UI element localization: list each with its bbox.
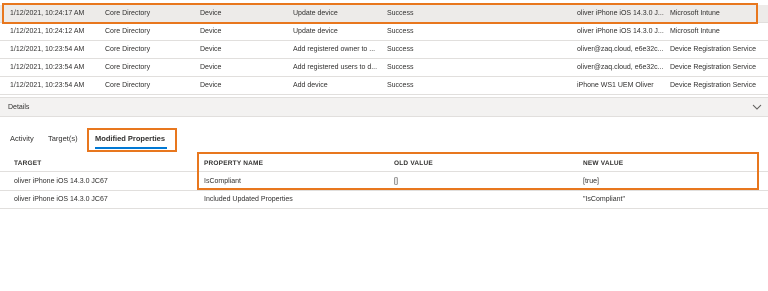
result-cell: Success <box>387 64 414 71</box>
target-cell: oliver@zaq.cloud, e6e32c... <box>577 64 664 71</box>
new-value-cell: "IsCompliant" <box>583 196 625 203</box>
initiated-by-cell: Microsoft Intune <box>670 28 720 35</box>
result-cell: Success <box>387 10 414 17</box>
activity-cell: Update device <box>293 10 338 17</box>
header-target: TARGET <box>14 160 42 167</box>
header-old-value: OLD VALUE <box>394 160 433 167</box>
date-cell: 1/12/2021, 10:24:17 AM <box>10 10 85 17</box>
date-cell: 1/12/2021, 10:23:54 AM <box>10 64 85 71</box>
chevron-down-icon[interactable] <box>752 103 762 111</box>
target-cell: oliver iPhone iOS 14.3.0 J... <box>577 10 664 17</box>
date-cell: 1/12/2021, 10:23:54 AM <box>10 46 85 53</box>
audit-row[interactable]: 1/12/2021, 10:23:54 AM Core Directory De… <box>0 59 768 77</box>
service-cell: Core Directory <box>105 64 151 71</box>
table-row: oliver iPhone iOS 14.3.0 JC67 Included U… <box>0 191 768 209</box>
initiated-by-cell: Device Registration Service <box>670 82 756 89</box>
activity-cell: Update device <box>293 28 338 35</box>
audit-row[interactable]: 1/12/2021, 10:23:54 AM Core Directory De… <box>0 41 768 59</box>
activity-cell: Add device <box>293 82 328 89</box>
activity-cell: Add registered owner to ... <box>293 46 376 53</box>
table-header: TARGET PROPERTY NAME OLD VALUE NEW VALUE <box>0 156 768 172</box>
target-cell: iPhone WS1 UEM Oliver <box>577 82 654 89</box>
target-cell: oliver iPhone iOS 14.3.0 JC67 <box>14 196 108 203</box>
audit-row[interactable]: 1/12/2021, 10:24:17 AM Core Directory De… <box>0 5 768 23</box>
service-cell: Core Directory <box>105 10 151 17</box>
header-property-name: PROPERTY NAME <box>204 160 264 167</box>
category-cell: Device <box>200 64 222 71</box>
audit-row[interactable]: 1/12/2021, 10:23:54 AM Core Directory De… <box>0 77 768 95</box>
initiated-by-cell: Device Registration Service <box>670 46 756 53</box>
tab-activity[interactable]: Activity <box>10 134 34 143</box>
detail-tabs: Activity Target(s) Modified Properties <box>0 128 300 150</box>
date-cell: 1/12/2021, 10:24:12 AM <box>10 28 85 35</box>
header-new-value: NEW VALUE <box>583 160 624 167</box>
details-label: Details <box>8 104 30 111</box>
category-cell: Device <box>200 82 222 89</box>
service-cell: Core Directory <box>105 28 151 35</box>
date-cell: 1/12/2021, 10:23:54 AM <box>10 82 85 89</box>
new-value-cell: [true] <box>583 178 599 185</box>
service-cell: Core Directory <box>105 46 151 53</box>
category-cell: Device <box>200 28 222 35</box>
tab-modified-properties[interactable]: Modified Properties <box>95 134 165 143</box>
target-cell: oliver iPhone iOS 14.3.0 JC67 <box>14 178 108 185</box>
category-cell: Device <box>200 10 222 17</box>
result-cell: Success <box>387 82 414 89</box>
property-name-cell: IsCompliant <box>204 178 241 185</box>
result-cell: Success <box>387 46 414 53</box>
service-cell: Core Directory <box>105 82 151 89</box>
target-cell: oliver iPhone iOS 14.3.0 J... <box>577 28 664 35</box>
activity-cell: Add registered users to d... <box>293 64 378 71</box>
details-header[interactable]: Details <box>0 97 768 117</box>
result-cell: Success <box>387 28 414 35</box>
initiated-by-cell: Device Registration Service <box>670 64 756 71</box>
target-cell: oliver@zaq.cloud, e6e32c... <box>577 46 664 53</box>
table-row: oliver iPhone iOS 14.3.0 JC67 IsComplian… <box>0 173 768 191</box>
property-name-cell: Included Updated Properties <box>204 196 293 203</box>
active-tab-indicator <box>95 147 167 149</box>
initiated-by-cell: Microsoft Intune <box>670 10 720 17</box>
tab-targets[interactable]: Target(s) <box>48 134 78 143</box>
audit-row[interactable]: 1/12/2021, 10:24:12 AM Core Directory De… <box>0 23 768 41</box>
old-value-cell: [] <box>394 178 398 185</box>
category-cell: Device <box>200 46 222 53</box>
